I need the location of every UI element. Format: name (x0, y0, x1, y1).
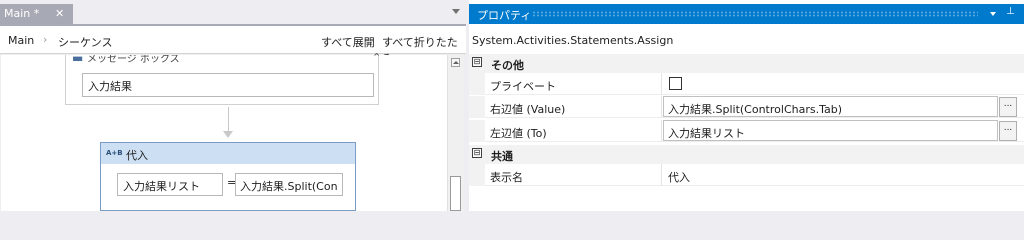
activity-type-name: System.Activities.Statements.Assign (472, 34, 674, 47)
properties-title: プロパティ (477, 9, 532, 22)
message-box-icon: ▬ (72, 55, 84, 65)
breadcrumb-separator-icon: › (43, 33, 48, 46)
assign-title: 代入 (126, 149, 148, 162)
property-grid: ⊟ その他 プライベート 右辺値 (Value) 入力結果.Split(Cont… (469, 54, 1024, 211)
properties-panel: プロパティ ⊥ System.Activities.Statements.Ass… (469, 0, 1024, 211)
message-box-header: ▬ メッセージ ボックス (70, 55, 374, 65)
close-icon[interactable]: ✕ (55, 7, 64, 20)
breadcrumb-main[interactable]: Main (8, 34, 34, 47)
tab-dropdown-icon[interactable] (452, 9, 460, 14)
message-box-activity[interactable]: ▬ メッセージ ボックス ⌃ 入力結果 (65, 51, 381, 105)
collapse-toggle-icon[interactable]: ⊟ (472, 148, 482, 158)
property-row-right-value: 右辺値 (Value) 入力結果.Split(ControlChars.Tab)… (469, 96, 1024, 118)
assign-activity[interactable]: A+B 代入 入力結果リスト = 入力結果.Split(Con (100, 142, 356, 211)
private-checkbox[interactable] (669, 77, 682, 90)
breadcrumb-bar: Main › シーケンス すべて展開 すべて折りたたみ (0, 26, 466, 65)
expand-all-link[interactable]: すべて展開 (321, 34, 375, 50)
assign-body: 入力結果リスト = 入力結果.Split(Con (101, 164, 355, 210)
property-row-private: プライベート (469, 73, 1024, 95)
property-name-right-value: 右辺値 (Value) (485, 96, 661, 118)
flow-connector (228, 107, 229, 131)
titlebar-grip (532, 11, 978, 17)
assign-header: A+B 代入 (101, 143, 355, 164)
property-value-right-value: 入力結果.Split(ControlChars.Tab) ... (662, 96, 1024, 118)
property-name-display-name: 表示名 (485, 164, 661, 186)
property-value-left-value: 入力結果リスト ... (662, 120, 1024, 142)
assign-to-field[interactable]: 入力結果リスト (117, 173, 223, 196)
category-misc[interactable]: ⊟ その他 (469, 54, 1024, 73)
collapse-icon[interactable]: ⌃ (372, 51, 381, 64)
property-name-private: プライベート (485, 73, 661, 95)
category-misc-label: その他 (491, 59, 524, 72)
right-value-ellipsis-button[interactable]: ... (999, 97, 1017, 117)
category-common-label: 共通 (491, 150, 513, 163)
right-value-field[interactable]: 入力結果.Split(ControlChars.Tab) (663, 96, 998, 117)
left-value-ellipsis-button[interactable]: ... (999, 121, 1017, 141)
flow-arrow-icon (223, 131, 233, 138)
panel-dropdown-icon[interactable] (990, 12, 996, 16)
scroll-up-icon[interactable] (451, 58, 460, 67)
category-common[interactable]: ⊟ 共通 (469, 145, 1024, 164)
document-tabstrip: Main * ✕ (0, 0, 466, 25)
tab-main[interactable]: Main * ✕ (0, 4, 73, 25)
tab-main-label: Main * (4, 7, 40, 20)
assign-icon: A+B (106, 149, 123, 157)
collapse-toggle-icon[interactable]: ⊟ (472, 57, 482, 67)
scrollbar-thumb[interactable] (450, 176, 461, 211)
properties-titlebar: プロパティ ⊥ (469, 4, 1024, 24)
property-row-left-value: 左辺値 (To) 入力結果リスト ... (469, 120, 1024, 142)
assign-value-field[interactable]: 入力結果.Split(Con (235, 173, 343, 196)
display-name-value[interactable]: 代入 (668, 169, 690, 185)
breadcrumb-sequence[interactable]: シーケンス (58, 34, 112, 50)
property-row-display-name: 表示名 代入 (469, 164, 1024, 186)
message-box-text-field[interactable]: 入力結果 (82, 73, 374, 97)
pin-icon[interactable]: ⊥ (1006, 6, 1015, 17)
designer-canvas[interactable]: ▬ メッセージ ボックス ⌃ 入力結果 A+B 代入 入力結果リスト = 入力結… (1, 51, 447, 211)
property-value-display-name[interactable]: 代入 (662, 164, 1024, 186)
property-value-private (662, 73, 1024, 95)
workflow-designer-panel: Main * ✕ Main › シーケンス すべて展開 すべて折りたたみ ▬ メ… (0, 0, 466, 211)
message-box-title: メッセージ ボックス (87, 55, 180, 65)
left-value-field[interactable]: 入力結果リスト (663, 120, 998, 141)
property-name-left-value: 左辺値 (To) (485, 120, 661, 142)
